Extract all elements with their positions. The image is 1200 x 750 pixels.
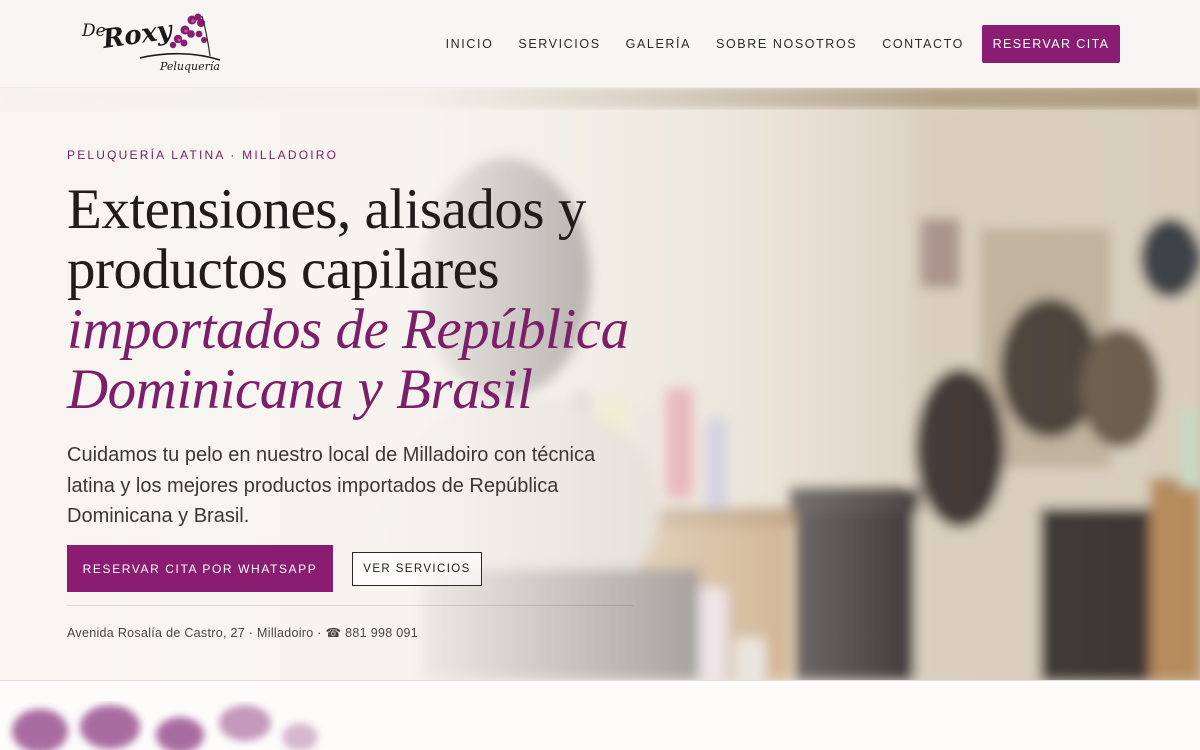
reserve-appointment-button[interactable]: RESERVAR CITA bbox=[982, 25, 1120, 63]
nav-item-sobre-nosotros[interactable]: SOBRE NOSOTROS bbox=[716, 37, 857, 51]
next-section bbox=[0, 680, 1200, 750]
hero-eyebrow: PELUQUERÍA LATINA · MILLADOIRO bbox=[67, 148, 339, 162]
address-phone-line: Avenida Rosalía de Castro, 27 · Milladoi… bbox=[67, 626, 418, 640]
hero-subtitle: Cuidamos tu pelo en nuestro local de Mil… bbox=[67, 444, 596, 527]
main-nav: INICIO SERVICIOS GALERÍA SOBRE NOSOTROS … bbox=[446, 0, 1120, 88]
logo-orchid-icon: De Roxy Peluquería bbox=[81, 13, 221, 73]
site-logo[interactable]: De Roxy Peluquería bbox=[80, 12, 225, 76]
svg-text:Peluquería: Peluquería bbox=[159, 60, 220, 73]
hero-section: PELUQUERÍA LATINA · MILLADOIRO Extension… bbox=[0, 88, 1200, 680]
hero-divider bbox=[67, 605, 633, 606]
nav-item-galeria[interactable]: GALERÍA bbox=[626, 37, 691, 51]
nav-item-servicios[interactable]: SERVICIOS bbox=[518, 37, 600, 51]
nav-item-inicio[interactable]: INICIO bbox=[446, 37, 494, 51]
hero-headline: Extensiones, alisados y productos capila… bbox=[67, 180, 667, 420]
headline-accent-line-2: Dominicana y Brasil bbox=[67, 358, 533, 421]
headline-line-1: Extensiones, alisados y bbox=[67, 178, 586, 241]
whatsapp-booking-button[interactable]: RESERVAR CITA POR WHATSAPP bbox=[67, 545, 333, 592]
headline-accent-line-1: importados de República bbox=[67, 298, 629, 361]
orchid-decoration-icon bbox=[12, 705, 318, 750]
site-header: De Roxy Peluquería INICIO SERVICIOS GALE… bbox=[0, 0, 1200, 88]
nav-item-contacto[interactable]: CONTACTO bbox=[882, 37, 964, 51]
headline-line-2: productos capilares bbox=[67, 238, 500, 301]
view-services-button[interactable]: VER SERVICIOS bbox=[352, 552, 482, 586]
svg-text:Roxy: Roxy bbox=[100, 15, 176, 55]
